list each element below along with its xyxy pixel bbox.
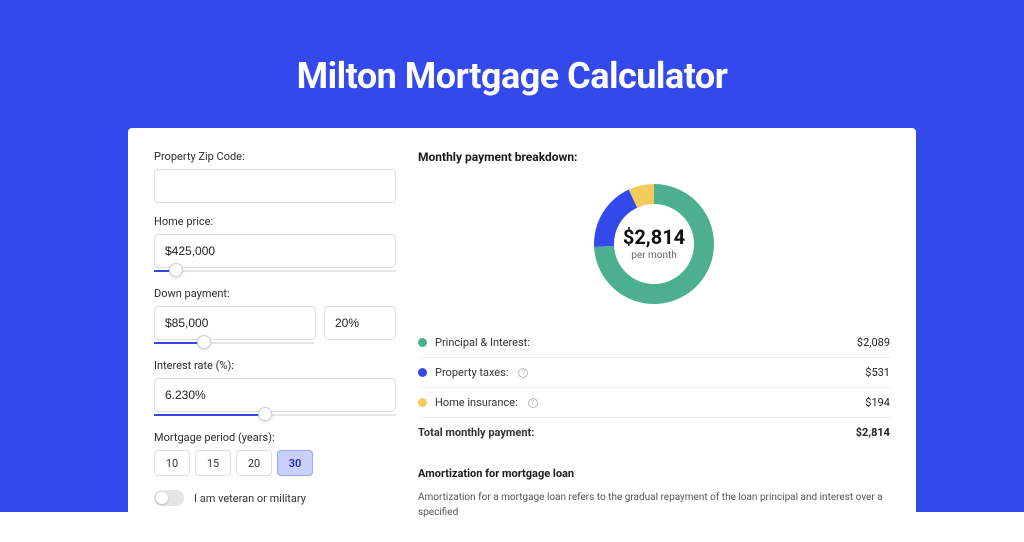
down-payment-percent-input[interactable] (324, 306, 396, 340)
period-option-10[interactable]: 10 (154, 450, 190, 476)
period-option-15[interactable]: 15 (195, 450, 231, 476)
legend-row: Principal & Interest: $2,089 (418, 328, 890, 358)
legend-row: Home insurance:? $194 (418, 388, 890, 418)
page-title: Milton Mortgage Calculator (0, 0, 1024, 97)
info-icon[interactable]: ? (528, 398, 538, 408)
form-column: Property Zip Code: Home price: Down paym… (154, 150, 396, 520)
amortization-section: Amortization for mortgage loan Amortizat… (418, 467, 890, 520)
home-price-field: Home price: (154, 215, 396, 275)
slider-handle-icon[interactable] (169, 263, 183, 277)
donut-center-sub: per month (631, 250, 677, 261)
zip-label: Property Zip Code: (154, 150, 396, 163)
page-background: Milton Mortgage Calculator Property Zip … (0, 0, 1024, 512)
legend-row: Property taxes:? $531 (418, 358, 890, 388)
legend: Principal & Interest: $2,089 Property taxe… (418, 328, 890, 418)
down-payment-label: Down payment: (154, 287, 396, 300)
veteran-label: I am veteran or military (194, 492, 306, 505)
veteran-toggle[interactable] (154, 490, 184, 506)
legend-dot-icon (418, 338, 427, 347)
donut-svg: $2,814 per month (569, 174, 739, 314)
interest-rate-label: Interest rate (%): (154, 359, 396, 372)
down-payment-slider[interactable] (154, 339, 314, 347)
legend-dot-icon (418, 398, 427, 407)
home-price-slider[interactable] (154, 267, 396, 275)
interest-rate-field: Interest rate (%): (154, 359, 396, 419)
down-payment-amount-input[interactable] (154, 306, 316, 340)
mortgage-period-field: Mortgage period (years): 10152030 (154, 431, 396, 476)
down-payment-field: Down payment: (154, 287, 396, 347)
legend-value: $531 (865, 366, 890, 379)
calculator-card: Property Zip Code: Home price: Down paym… (128, 128, 916, 542)
zip-input[interactable] (154, 169, 396, 203)
amortization-title: Amortization for mortgage loan (418, 467, 890, 480)
home-price-input[interactable] (154, 234, 396, 268)
veteran-row: I am veteran or military (154, 490, 396, 506)
slider-handle-icon[interactable] (258, 407, 272, 421)
legend-dot-icon (418, 368, 427, 377)
breakdown-column: Monthly payment breakdown: $2,814 per mo… (418, 150, 890, 520)
total-row: Total monthly payment: $2,814 (418, 418, 890, 447)
legend-label: Home insurance: (435, 396, 518, 409)
mortgage-period-label: Mortgage period (years): (154, 431, 396, 444)
zip-field: Property Zip Code: (154, 150, 396, 203)
interest-rate-slider[interactable] (154, 411, 396, 419)
donut-center-value: $2,814 (623, 225, 685, 249)
legend-label: Property taxes: (435, 366, 508, 379)
legend-value: $194 (865, 396, 890, 409)
info-icon[interactable]: ? (518, 368, 528, 378)
donut-chart: $2,814 per month (418, 174, 890, 314)
legend-value: $2,089 (857, 336, 890, 349)
total-label: Total monthly payment: (418, 426, 534, 439)
legend-label: Principal & Interest: (435, 336, 530, 349)
interest-rate-input[interactable] (154, 378, 396, 412)
home-price-label: Home price: (154, 215, 396, 228)
period-option-30[interactable]: 30 (277, 450, 313, 476)
slider-handle-icon[interactable] (197, 335, 211, 349)
amortization-text: Amortization for a mortgage loan refers … (418, 490, 890, 520)
period-option-20[interactable]: 20 (236, 450, 272, 476)
total-value: $2,814 (856, 426, 890, 439)
breakdown-title: Monthly payment breakdown: (418, 150, 890, 164)
